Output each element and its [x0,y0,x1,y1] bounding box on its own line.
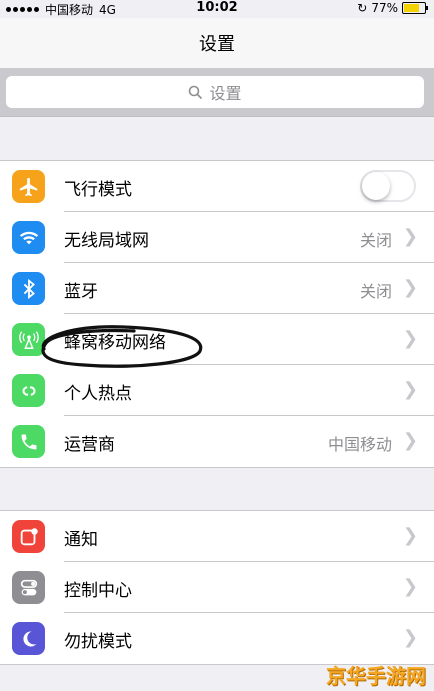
search-icon [189,85,203,99]
row-personal-hotspot[interactable]: 个人热点 ❯ [0,365,434,416]
row-label: 飞行模式 [64,180,132,200]
airplane-mode-toggle[interactable] [360,170,416,202]
chevron-right-icon: ❯ [402,277,418,298]
chevron-right-icon: ❯ [402,525,418,546]
row-label: 通知 [64,530,98,550]
row-label: 个人热点 [64,384,132,404]
hotspot-icon [12,374,45,407]
row-control-center[interactable]: 控制中心 ❯ [0,562,434,613]
moon-icon [12,622,45,655]
settings-group-system: 通知 ❯ 控制中心 ❯ 勿扰模式 ❯ [0,510,434,665]
search-placeholder: 设置 [209,84,242,103]
row-value: 关闭 [359,282,392,301]
search-input[interactable]: 设置 [6,76,424,108]
row-value: 关闭 [359,231,392,250]
search-bar: 设置 [0,68,434,117]
row-cellular[interactable]: 蜂窝移动网络 ❯ [0,314,434,365]
row-notifications[interactable]: 通知 ❯ [0,511,434,562]
row-value: 中国移动 [327,435,392,454]
chevron-right-icon: ❯ [402,328,418,349]
battery-percent: 77% [371,1,398,15]
rotation-lock-icon: ↻ [357,1,368,15]
settings-group-network: 飞行模式 无线局域网 关闭 ❯ 蓝牙 关闭 ❯ 蜂窝移动网络 ❯ 个人热点 ❯ [0,160,434,468]
phone-icon [12,425,45,458]
battery-icon [402,2,428,14]
chevron-right-icon: ❯ [402,576,418,597]
row-label: 运营商 [64,435,115,455]
wifi-icon [12,221,45,254]
chevron-right-icon: ❯ [402,379,418,400]
row-airplane-mode[interactable]: 飞行模式 [0,161,434,212]
row-label: 蜂窝移动网络 [64,333,166,353]
row-bluetooth[interactable]: 蓝牙 关闭 ❯ [0,263,434,314]
page-title: 设置 [199,34,235,55]
row-label: 控制中心 [64,581,132,601]
row-wifi[interactable]: 无线局域网 关闭 ❯ [0,212,434,263]
row-label: 勿扰模式 [64,632,132,652]
cellular-icon [12,323,45,356]
watermark-logo: 京华手游网 [326,664,426,688]
row-label: 无线局域网 [64,231,149,251]
nav-bar: 设置 [0,18,434,68]
bluetooth-icon [12,272,45,305]
notification-icon [12,520,45,553]
row-do-not-disturb[interactable]: 勿扰模式 ❯ [0,613,434,664]
row-label: 蓝牙 [64,282,98,302]
chevron-right-icon: ❯ [402,226,418,247]
chevron-right-icon: ❯ [402,430,418,451]
chevron-right-icon: ❯ [402,627,418,648]
control-center-icon [12,571,45,604]
status-bar: 中国移动 4G 10:02 ↻ 77% [0,0,434,18]
row-carrier[interactable]: 运营商 中国移动 ❯ [0,416,434,467]
status-right: ↻ 77% [357,1,428,15]
airplane-icon [12,170,45,203]
